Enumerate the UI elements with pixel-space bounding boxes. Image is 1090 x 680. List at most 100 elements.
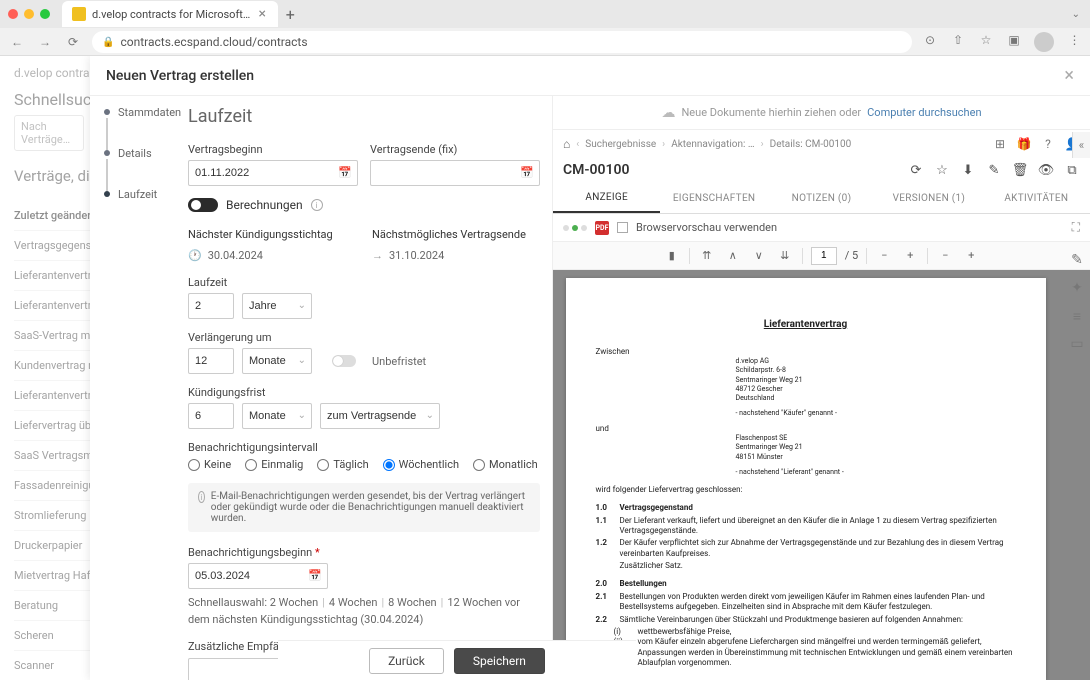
form-column: Laufzeit Vertragsbeginn 📅 Vertragsende (… xyxy=(182,96,552,680)
step-details[interactable]: Details xyxy=(104,147,176,188)
quick-option[interactable]: 12 Wochen xyxy=(447,596,502,609)
pdf-viewport[interactable]: Lieferantenvertrag Zwischen d.velop AGSc… xyxy=(553,270,1090,680)
profile-avatar[interactable] xyxy=(1034,32,1054,52)
rail-icon-4[interactable]: ▭ xyxy=(1069,336,1085,352)
tab-anzeige[interactable]: ANZEIGE xyxy=(553,184,660,213)
rail-icon-1[interactable]: ✎ xyxy=(1069,252,1085,268)
sidebar-toggle-icon[interactable]: ▮ xyxy=(663,247,681,265)
zoom-out-icon[interactable]: − xyxy=(875,247,893,265)
step-stammdaten[interactable]: Stammdaten xyxy=(104,106,176,147)
view-icon[interactable]: 👁 xyxy=(1038,162,1054,178)
clock-icon: 🕐 xyxy=(188,249,202,262)
back-button[interactable]: ← xyxy=(8,33,26,51)
calculations-toggle[interactable] xyxy=(188,198,218,212)
share-icon[interactable]: ⇧ xyxy=(950,32,966,48)
preview-tabs: ANZEIGE EIGENSCHAFTEN NOTIZEN (0) VERSIO… xyxy=(553,184,1090,214)
close-window[interactable] xyxy=(8,9,18,19)
pdf-page: Lieferantenvertrag Zwischen d.velop AGSc… xyxy=(566,278,1046,680)
modal-title: Neuen Vertrag erstellen xyxy=(106,68,254,84)
bookmark-icon[interactable]: ☆ xyxy=(978,32,994,48)
chevron-down-icon: ⌄ xyxy=(298,300,306,311)
save-button[interactable]: Speichern xyxy=(454,648,545,674)
tab-aktivitaeten[interactable]: AKTIVITÄTEN xyxy=(983,184,1090,213)
favorite-icon[interactable]: ☆ xyxy=(934,162,950,178)
tab-close-icon[interactable]: × xyxy=(256,8,268,20)
duration-value-input[interactable] xyxy=(188,293,234,319)
document-title: CM-00100 xyxy=(563,162,630,178)
forward-button[interactable]: → xyxy=(36,33,54,51)
chevron-down-icon: ⌄ xyxy=(298,355,306,366)
zoom-out2-icon[interactable]: − xyxy=(936,247,954,265)
page-number-input[interactable] xyxy=(811,247,837,265)
quick-select-text: Schnellauswahl: 2 Wochen|4 Wochen|8 Woch… xyxy=(188,595,540,628)
calendar-icon[interactable]: 📅 xyxy=(338,166,352,179)
browse-link[interactable]: Computer durchsuchen xyxy=(867,106,981,119)
download-icon[interactable]: ⬇ xyxy=(960,162,976,178)
extension-icon[interactable]: ▣ xyxy=(1006,32,1022,48)
dropzone[interactable]: ☁ Neue Dokumente hierhin ziehen oder Com… xyxy=(553,96,1090,130)
tab-versionen[interactable]: VERSIONEN (1) xyxy=(875,184,982,213)
interval-radio-wöchentlich[interactable]: Wöchentlich xyxy=(383,458,459,471)
arrow-right-icon: → xyxy=(372,249,383,262)
crumb-item[interactable]: Aktennavigation: … xyxy=(671,139,754,150)
reload-button[interactable]: ⟳ xyxy=(64,33,82,51)
address-bar[interactable]: 🔒 contracts.ecspand.cloud/contracts xyxy=(92,31,912,53)
end-date-input[interactable] xyxy=(370,160,540,186)
last-page-icon[interactable]: ⇊ xyxy=(776,247,794,265)
tabs-menu-icon[interactable]: ⌄ xyxy=(1072,9,1080,20)
calendar-icon[interactable]: 📅 xyxy=(308,569,322,582)
chevron-down-icon: ⌄ xyxy=(298,410,306,421)
first-page-icon[interactable]: ⇈ xyxy=(698,247,716,265)
gift-icon[interactable]: 🎁 xyxy=(1016,136,1032,152)
tab-eigenschaften[interactable]: EIGENSCHAFTEN xyxy=(660,184,767,213)
info-icon[interactable]: i xyxy=(311,199,323,211)
quick-option[interactable]: 8 Wochen xyxy=(388,596,437,609)
tab-notizen[interactable]: NOTIZEN (0) xyxy=(768,184,875,213)
interval-radio-täglich[interactable]: Täglich xyxy=(317,458,368,471)
url-text: contracts.ecspand.cloud/contracts xyxy=(120,35,307,49)
notice-value-input[interactable] xyxy=(188,403,234,429)
quick-option[interactable]: 4 Wochen xyxy=(329,596,378,609)
prev-page-icon[interactable]: ∧ xyxy=(724,247,742,265)
form-footer: Zurück Speichern xyxy=(278,640,636,680)
minimize-window[interactable] xyxy=(24,9,34,19)
rail-icon-2[interactable]: ✦ xyxy=(1069,280,1085,296)
zoom-in2-icon[interactable]: + xyxy=(962,247,980,265)
right-rail: ✎ ✦ ≡ ▭ xyxy=(1064,246,1090,352)
back-button[interactable]: Zurück xyxy=(369,648,444,674)
delete-icon[interactable]: 🗑 xyxy=(1012,162,1028,178)
step-laufzeit[interactable]: Laufzeit xyxy=(104,188,176,229)
lock-icon: 🔒 xyxy=(102,37,114,48)
notification-info-box: i E-Mail-Benachrichtigungen werden gesen… xyxy=(188,483,540,532)
start-date-input[interactable] xyxy=(188,160,358,186)
new-tab-button[interactable]: + xyxy=(278,2,302,26)
search-icon[interactable]: ⊙ xyxy=(922,32,938,48)
crumb-item[interactable]: Details: CM-00100 xyxy=(770,139,852,150)
help-icon[interactable]: ? xyxy=(1040,136,1056,152)
calendar-icon[interactable]: 📅 xyxy=(520,166,534,179)
zoom-in-icon[interactable]: + xyxy=(901,247,919,265)
unlimited-toggle[interactable] xyxy=(332,355,356,367)
interval-radio-einmalig[interactable]: Einmalig xyxy=(245,458,303,471)
modal-close-button[interactable]: × xyxy=(1064,65,1074,86)
menu-icon[interactable]: ⋮ xyxy=(1066,32,1082,48)
refresh-icon[interactable]: ⟳ xyxy=(908,162,924,178)
interval-radio-keine[interactable]: Keine xyxy=(188,458,231,471)
edit-icon[interactable]: ✎ xyxy=(986,162,1002,178)
copy-icon[interactable]: ⧉ xyxy=(1064,162,1080,178)
rail-icon-3[interactable]: ≡ xyxy=(1069,308,1085,324)
notify-start-input[interactable] xyxy=(188,563,328,589)
crumb-item[interactable]: Suchergebnisse xyxy=(585,139,656,150)
browser-preview-checkbox[interactable] xyxy=(617,222,628,233)
maximize-window[interactable] xyxy=(40,9,50,19)
notice-ref-select[interactable] xyxy=(320,403,440,429)
interval-radio-monatlich[interactable]: Monatlich xyxy=(473,458,538,471)
next-page-icon[interactable]: ∨ xyxy=(750,247,768,265)
quick-option[interactable]: 2 Wochen xyxy=(270,596,319,609)
home-icon[interactable]: ⌂ xyxy=(563,137,570,151)
collapse-sidebar-button[interactable]: « xyxy=(1072,132,1090,158)
extension-value-input[interactable] xyxy=(188,348,234,374)
browser-tab[interactable]: d.velop contracts for Microsoft… × xyxy=(62,1,278,27)
apps-icon[interactable]: ⊞ xyxy=(992,136,1008,152)
fullscreen-icon[interactable]: ⛶ xyxy=(1072,220,1080,235)
